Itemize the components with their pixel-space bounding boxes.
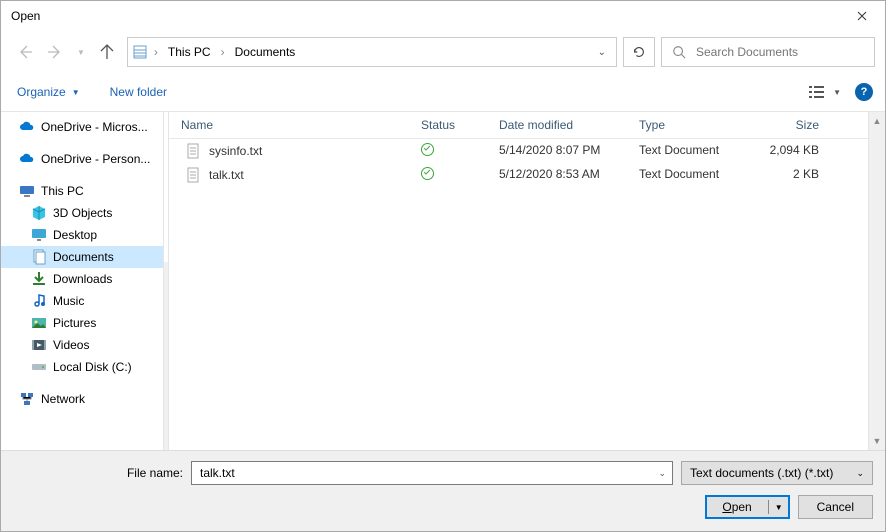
cube-icon [31, 205, 47, 221]
scroll-up-icon[interactable]: ▲ [873, 116, 882, 126]
column-headers[interactable]: Name Status Date modified Type Size [169, 112, 885, 139]
scroll-down-icon[interactable]: ▼ [873, 436, 882, 446]
window-title: Open [11, 9, 40, 23]
organize-menu[interactable]: Organize ▼ [17, 85, 80, 99]
nav-tree[interactable]: OneDrive - Micros... OneDrive - Person..… [1, 112, 163, 450]
tree-desktop[interactable]: Desktop [1, 224, 163, 246]
col-size[interactable]: Size [761, 118, 841, 132]
file-row[interactable]: sysinfo.txt 5/14/2020 8:07 PM Text Docum… [169, 139, 885, 163]
view-list-icon [809, 85, 829, 99]
download-icon [31, 271, 47, 287]
file-type: Text Document [639, 167, 761, 183]
tree-local-disk[interactable]: Local Disk (C:) [1, 356, 163, 378]
back-button[interactable] [17, 44, 33, 60]
col-date[interactable]: Date modified [499, 118, 639, 132]
chevron-right-icon[interactable]: › [150, 45, 162, 59]
nav-arrows: ▼ [11, 44, 121, 60]
breadcrumb-documents[interactable]: Documents [231, 43, 300, 61]
open-button[interactable]: Open ▼ [705, 495, 789, 519]
file-list: Name Status Date modified Type Size sysi… [169, 112, 885, 450]
cloud-icon [19, 151, 35, 167]
arrow-left-icon [17, 44, 33, 60]
arrow-right-icon [47, 44, 63, 60]
tree-onedrive-ms[interactable]: OneDrive - Micros... [1, 116, 163, 138]
address-dropdown[interactable]: ⌄ [592, 47, 612, 58]
file-date: 5/12/2020 8:53 AM [499, 167, 639, 183]
network-icon [19, 391, 35, 407]
disk-icon [31, 359, 47, 375]
open-dropdown[interactable]: ▼ [769, 503, 789, 512]
search-box[interactable] [661, 37, 875, 67]
tree-onedrive-personal[interactable]: OneDrive - Person... [1, 148, 163, 170]
file-date: 5/14/2020 8:07 PM [499, 143, 639, 159]
tree-network[interactable]: Network [1, 388, 163, 410]
close-icon [857, 11, 867, 21]
new-folder-button[interactable]: New folder [110, 85, 167, 99]
folder-icon [132, 44, 148, 60]
cloud-icon [19, 119, 35, 135]
synced-icon [421, 143, 434, 156]
tree-downloads[interactable]: Downloads [1, 268, 163, 290]
view-options-button[interactable]: ▼ [809, 85, 841, 99]
text-file-icon [185, 167, 201, 183]
refresh-icon [632, 45, 646, 59]
col-status[interactable]: Status [421, 118, 499, 132]
pictures-icon [31, 315, 47, 331]
col-type[interactable]: Type [639, 118, 761, 132]
file-row[interactable]: talk.txt 5/12/2020 8:53 AM Text Document… [169, 163, 885, 187]
file-type-filter[interactable]: Text documents (.txt) (*.txt) ⌄ [681, 461, 873, 485]
titlebar: Open [1, 1, 885, 31]
file-name: talk.txt [209, 168, 244, 182]
file-type: Text Document [639, 143, 761, 159]
tree-music[interactable]: Music [1, 290, 163, 312]
desktop-icon [31, 227, 47, 243]
toolbar: Organize ▼ New folder ▼ ? [1, 77, 885, 111]
recent-locations-button[interactable]: ▼ [77, 48, 85, 57]
file-name-input[interactable] [198, 465, 652, 481]
breadcrumb-this-pc[interactable]: This PC [164, 43, 215, 61]
forward-button[interactable] [47, 44, 63, 60]
videos-icon [31, 337, 47, 353]
body-area: OneDrive - Micros... OneDrive - Person..… [1, 111, 885, 450]
arrow-up-icon [99, 44, 115, 60]
cancel-button[interactable]: Cancel [798, 495, 873, 519]
file-name-label: File name: [13, 466, 183, 480]
chevron-down-icon: ▼ [833, 88, 841, 97]
col-name[interactable]: Name [169, 118, 421, 132]
file-name: sysinfo.txt [209, 144, 262, 158]
tree-documents[interactable]: Documents [1, 246, 163, 268]
tree-3d-objects[interactable]: 3D Objects [1, 202, 163, 224]
file-name-field[interactable]: ⌄ [191, 461, 673, 485]
tree-pictures[interactable]: Pictures [1, 312, 163, 334]
chevron-down-icon[interactable]: ⌄ [652, 468, 666, 479]
up-button[interactable] [99, 44, 115, 60]
file-size: 2 KB [761, 167, 841, 183]
chevron-down-icon: ▼ [72, 88, 80, 97]
nav-row: ▼ › This PC › Documents ⌄ [1, 31, 885, 77]
synced-icon [421, 167, 434, 180]
search-icon [672, 45, 686, 59]
chevron-right-icon[interactable]: › [217, 45, 229, 59]
chevron-down-icon: ⌄ [856, 468, 864, 479]
close-button[interactable] [839, 1, 885, 31]
scrollbar[interactable]: ▲ ▼ [868, 112, 885, 450]
refresh-button[interactable] [623, 37, 655, 67]
tree-this-pc[interactable]: This PC [1, 180, 163, 202]
file-size: 2,094 KB [761, 143, 841, 159]
help-button[interactable]: ? [855, 83, 873, 101]
documents-icon [31, 249, 47, 265]
address-bar[interactable]: › This PC › Documents ⌄ [127, 37, 617, 67]
music-icon [31, 293, 47, 309]
tree-videos[interactable]: Videos [1, 334, 163, 356]
pc-icon [19, 183, 35, 199]
search-input[interactable] [694, 44, 864, 60]
text-file-icon [185, 143, 201, 159]
footer: File name: ⌄ Text documents (.txt) (*.tx… [1, 450, 885, 531]
